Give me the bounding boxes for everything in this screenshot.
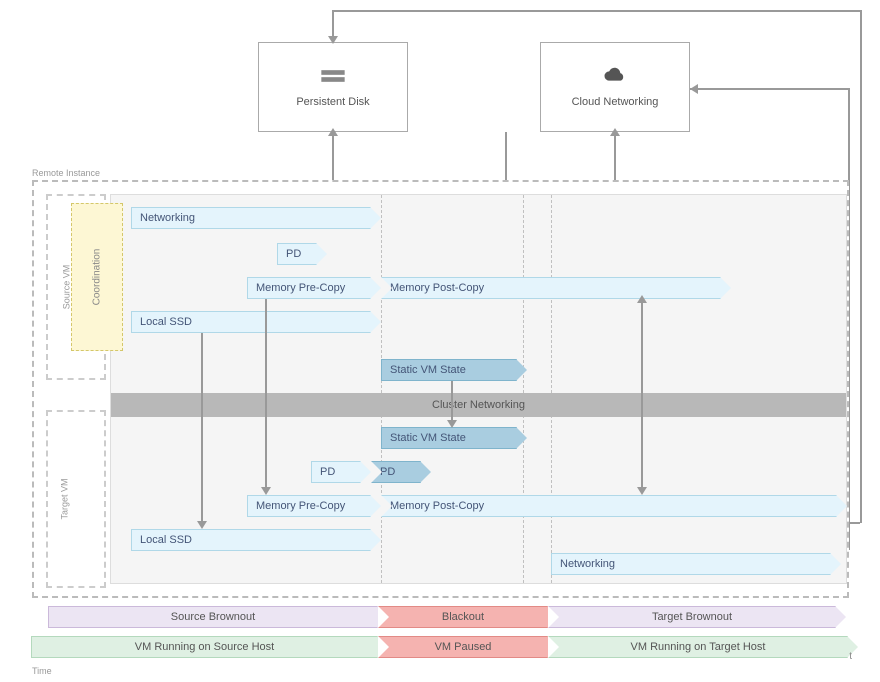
arrowhead-down-icon [197,521,207,529]
lane-pd-target-2: PD [371,461,421,483]
cloud-networking-box: Cloud Networking [540,42,690,132]
lane-memory-postcopy-source: Memory Post-Copy [381,277,721,299]
cloud-networking-label: Cloud Networking [572,96,659,108]
timeline-area: Coordination Networking PD Memory Pre-Co… [110,194,847,584]
bar-vm-running-target: VM Running on Target Host [548,636,848,658]
lane-memory-precopy-target: Memory Pre-Copy [247,495,371,517]
phase-divider [551,195,552,583]
lane-local-ssd-target: Local SSD [131,529,371,551]
arrowhead-down-icon [261,487,271,495]
arrowhead-down-icon [447,420,457,428]
lane-memory-postcopy-target: Memory Post-Copy [381,495,837,517]
source-vm-label: Source VM [61,265,71,310]
disk-icon [319,66,347,86]
target-vm-label: Target VM [60,478,70,519]
remote-instance-label: Remote Instance [32,168,100,178]
coordination-label: Coordination [92,249,103,306]
phase-divider [523,195,524,583]
bar-target-brownout: Target Brownout [548,606,836,628]
persistent-disk-box: Persistent Disk [258,42,408,132]
coordination-box: Coordination [71,203,123,351]
bar-vm-running-source: VM Running on Source Host [31,636,378,658]
arrowhead-up-icon [610,128,620,136]
connector [690,88,848,90]
bar-blackout: Blackout [378,606,548,628]
cloud-icon [601,66,629,86]
connector [451,381,453,425]
remote-instance-outline: Source VM Target VM Coordination Network… [32,180,849,598]
arrowhead-up-icon [637,295,647,303]
arrowhead-left-icon [690,84,698,94]
persistent-disk-label: Persistent Disk [296,96,369,108]
connector [201,333,203,525]
arrowhead-up-icon [328,128,338,136]
lane-static-vm-state-target: Static VM State [381,427,517,449]
bar-source-brownout: Source Brownout [48,606,378,628]
lane-static-vm-state-source: Static VM State [381,359,517,381]
time-axis-end: t [849,651,852,662]
lane-local-ssd-source: Local SSD [131,311,371,333]
target-vm-outline: Target VM [46,410,106,588]
connector [641,299,643,491]
arrowhead-down-icon [328,36,338,44]
connector [265,299,267,491]
lane-memory-precopy-source: Memory Pre-Copy [247,277,371,299]
cluster-networking-band: Cluster Networking [111,393,846,417]
phase-divider [381,195,382,583]
connector [332,10,862,12]
lane-networking-target: Networking [551,553,831,575]
time-axis-label: Time [32,666,52,676]
bar-vm-paused: VM Paused [378,636,548,658]
lane-pd-source: PD [277,243,317,265]
lane-networking-source: Networking [131,207,371,229]
arrowhead-down-icon [637,487,647,495]
lane-pd-target-1: PD [311,461,361,483]
connector [860,10,862,523]
